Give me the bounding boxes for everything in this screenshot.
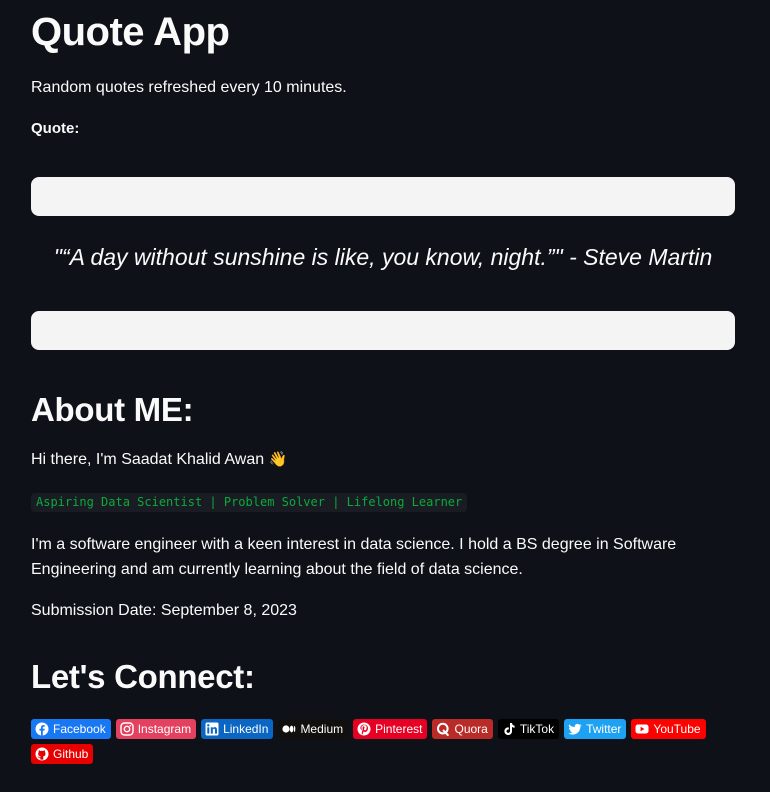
greeting: Hi there, I'm Saadat Khalid Awan 👋: [31, 449, 287, 471]
pinterest-badge[interactable]: Pinterest: [353, 719, 428, 739]
quora-badge[interactable]: Quora: [432, 719, 493, 739]
quora-label: Quora: [454, 722, 488, 736]
bio-text: I'm a software engineer with a keen inte…: [31, 536, 677, 578]
greeting-text: Hi there, I'm Saadat Khalid Awan: [31, 451, 265, 468]
twitter-badge[interactable]: Twitter: [564, 719, 627, 739]
facebook-badge[interactable]: Facebook: [31, 719, 111, 739]
medium-badge[interactable]: Medium: [278, 719, 349, 739]
github-icon: [35, 747, 49, 761]
youtube-label: YouTube: [653, 722, 701, 736]
page-subtitle: Random quotes refreshed every 10 minutes…: [31, 79, 347, 96]
tiktok-icon: [502, 722, 516, 736]
tiktok-badge[interactable]: TikTok: [497, 719, 560, 739]
linkedin-badge[interactable]: LinkedIn: [201, 719, 274, 739]
pinterest-label: Pinterest: [375, 722, 423, 736]
linkedin-label: LinkedIn: [223, 722, 269, 736]
quote-top-bar: [31, 177, 735, 216]
linkedin-icon: [205, 722, 219, 736]
quora-icon: [436, 722, 450, 736]
medium-label: Medium: [300, 722, 344, 736]
youtube-icon: [635, 722, 649, 736]
twitter-label: Twitter: [586, 722, 622, 736]
instagram-badge[interactable]: Instagram: [115, 719, 197, 739]
page-title: Quote App: [31, 10, 230, 54]
about-heading: About ME:: [31, 391, 194, 428]
github-badge[interactable]: Github: [31, 744, 94, 764]
quote-text: "“A day without sunshine is like, you kn…: [53, 244, 713, 270]
wave-icon: 👋: [268, 451, 288, 468]
facebook-icon: [35, 722, 49, 736]
tagline-code: Aspiring Data Scientist | Problem Solver…: [31, 493, 468, 512]
twitter-icon: [568, 722, 582, 736]
youtube-badge[interactable]: YouTube: [631, 719, 706, 739]
submission-date: Submission Date: September 8, 2023: [31, 602, 297, 619]
medium-icon: [282, 722, 296, 736]
facebook-label: Facebook: [53, 722, 106, 736]
quote-bottom-bar: [31, 311, 735, 350]
tiktok-label: TikTok: [519, 722, 555, 736]
pinterest-icon: [357, 722, 371, 736]
connect-heading: Let's Connect:: [31, 658, 255, 695]
instagram-icon: [120, 722, 134, 736]
quote-label: Quote:: [31, 120, 80, 137]
github-label: Github: [53, 747, 89, 761]
social-badges: Facebook Instagram LinkedIn Medium Pinte…: [31, 719, 735, 764]
instagram-label: Instagram: [137, 722, 192, 736]
